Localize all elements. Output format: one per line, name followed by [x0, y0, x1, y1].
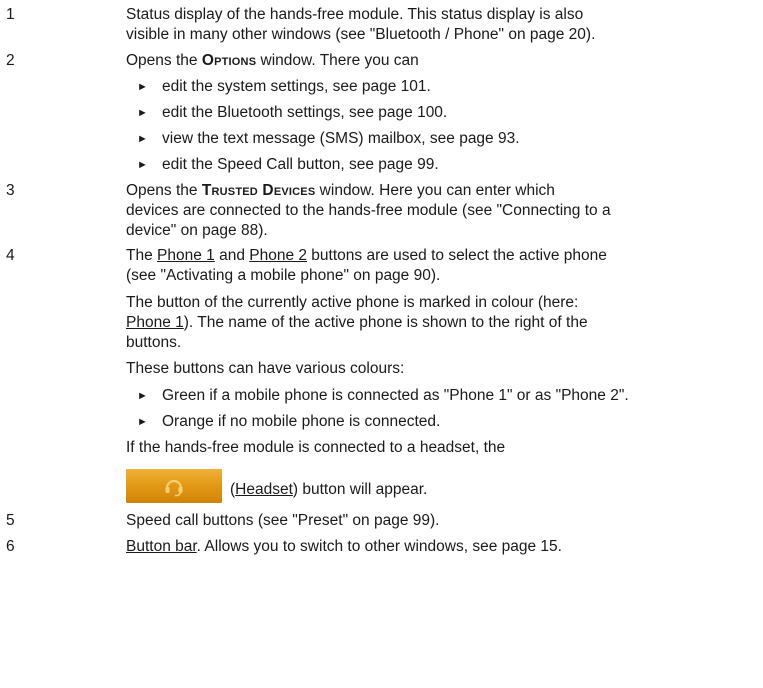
bullet-arrow-icon: ► — [137, 159, 148, 171]
bullet-arrow-icon: ► — [137, 133, 148, 145]
item-text: Opens the Options window. There you can — [126, 52, 419, 69]
trusted-devices-window-name: Trusted Devices — [201, 182, 316, 199]
bullet-text: Green if a mobile phone is connected as … — [162, 387, 629, 404]
bullet-arrow-icon: ► — [137, 390, 148, 402]
item-text: devices are connected to the hands-free … — [126, 202, 611, 219]
item-number: 1 — [6, 6, 15, 23]
headset-button — [126, 469, 222, 503]
item-text: Opens the Trusted Devices window. Here y… — [126, 182, 555, 199]
item-text: Phone 1). The name of the active phone i… — [126, 314, 588, 331]
bullet-arrow-icon: ► — [137, 416, 148, 428]
phone-2-button-ref: Phone 2 — [249, 247, 307, 264]
item-text: visible in many other windows (see "Blue… — [126, 26, 596, 43]
bullet-arrow-icon: ► — [137, 107, 148, 119]
bullet-text: view the text message (SMS) mailbox, see… — [162, 130, 520, 147]
item-text: Button bar. Allows you to switch to othe… — [126, 538, 562, 555]
phone-1-button-ref: Phone 1 — [126, 314, 184, 331]
item-text: (Headset) button will appear. — [230, 481, 428, 498]
item-text: buttons. — [126, 334, 182, 351]
bullet-text: edit the Bluetooth settings, see page 10… — [162, 104, 448, 121]
item-text: Speed call buttons (see "Preset" on page… — [126, 512, 440, 529]
bullet-text: Orange if no mobile phone is connected. — [162, 413, 441, 430]
item-number: 6 — [6, 538, 15, 555]
item-text: These buttons can have various colours: — [126, 360, 405, 377]
item-text: (see "Activating a mobile phone" on page… — [126, 267, 441, 284]
options-window-name: Options — [201, 52, 257, 69]
headset-button-ref: Headset — [235, 481, 293, 498]
headset-line: (Headset) button will appear. — [0, 469, 763, 507]
bullet-arrow-icon: ► — [137, 81, 148, 93]
item-number: 2 — [6, 52, 15, 69]
item-text: Status display of the hands-free module.… — [126, 6, 584, 23]
item-number: 4 — [6, 247, 15, 264]
bullet-text: edit the Speed Call button, see page 99. — [162, 156, 439, 173]
item-number: 3 — [6, 182, 15, 199]
item-number: 5 — [6, 512, 15, 529]
item-text: The Phone 1 and Phone 2 buttons are used… — [126, 247, 607, 264]
button-bar-ref: Button bar — [126, 538, 197, 555]
phone-1-button-ref: Phone 1 — [157, 247, 215, 264]
item-text: The button of the currently active phone… — [126, 294, 579, 311]
bullet-text: edit the system settings, see page 101. — [162, 78, 431, 95]
headset-icon — [165, 479, 183, 497]
item-text: If the hands-free module is connected to… — [126, 439, 506, 456]
item-text: device" on page 88). — [126, 222, 268, 239]
